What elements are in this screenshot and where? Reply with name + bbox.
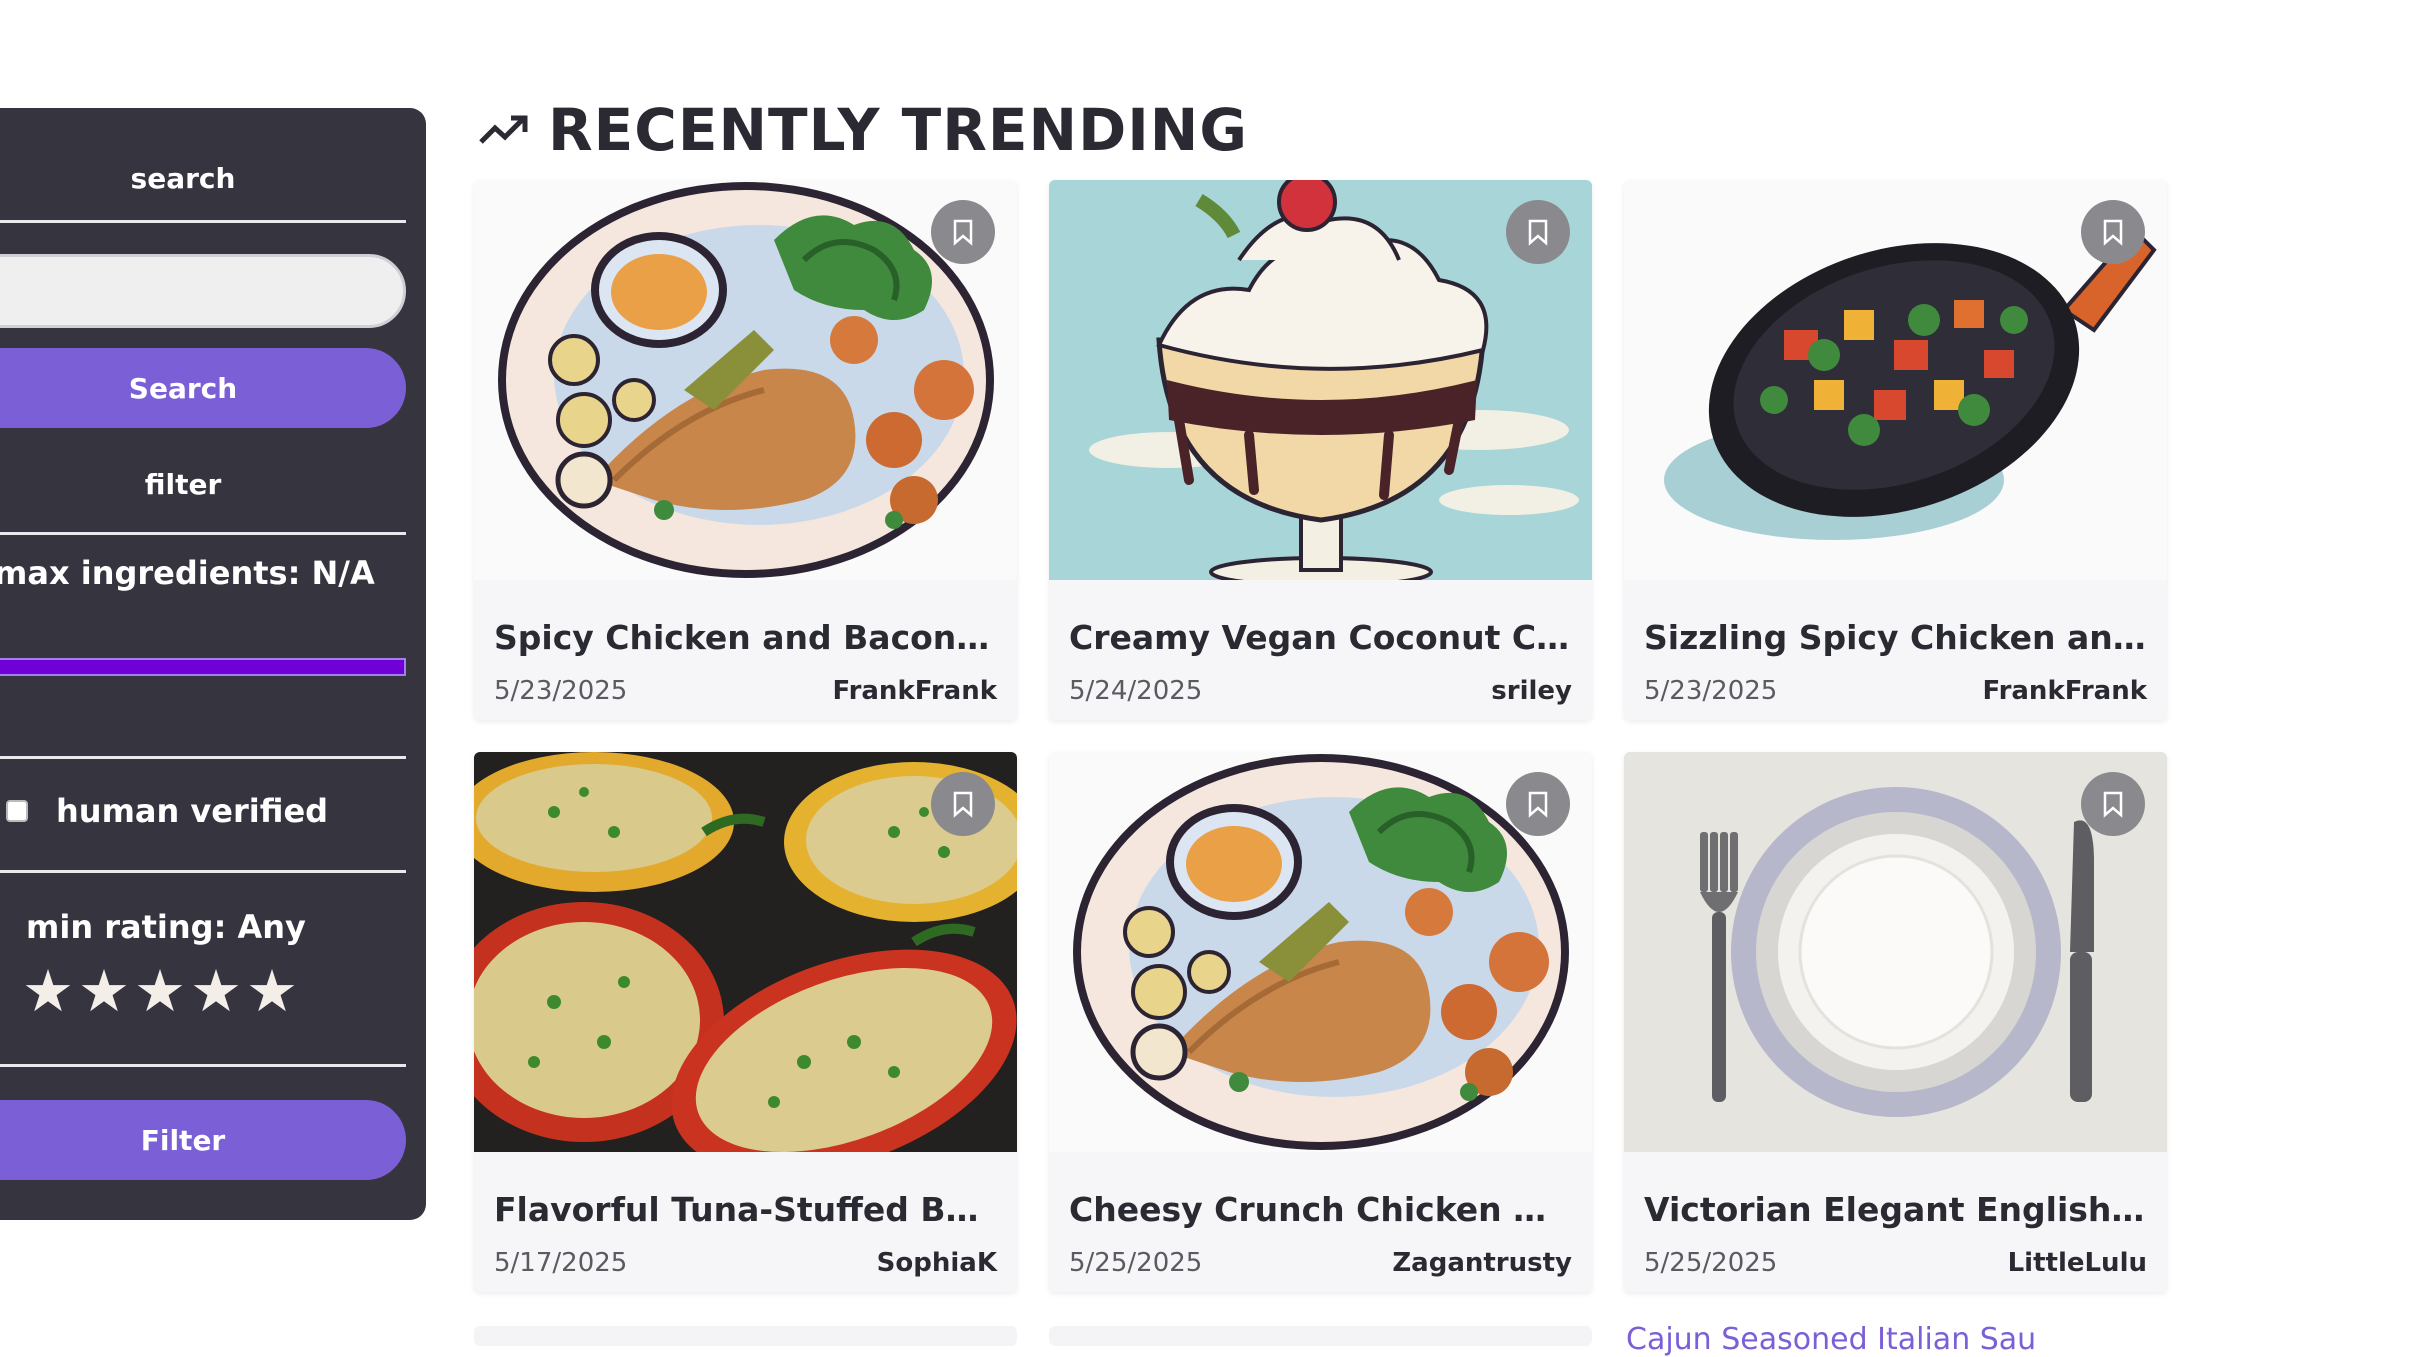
bookmark-button[interactable]	[2081, 200, 2145, 264]
min-rating-label: min rating: Any	[26, 908, 306, 946]
recipe-title[interactable]: Sizzling Spicy Chicken and Ba...	[1644, 618, 2149, 657]
max-ingredients-slider[interactable]	[0, 658, 406, 676]
bookmark-icon	[1528, 791, 1548, 818]
recipe-title[interactable]: Cheesy Crunch Chicken with ...	[1069, 1190, 1574, 1229]
recipe-author[interactable]: FrankFrank	[1982, 676, 2147, 706]
filter-heading: filter	[144, 468, 222, 501]
section-header: RECENTLY TRENDING	[478, 96, 1248, 164]
divider	[0, 220, 406, 223]
trending-up-icon	[479, 115, 528, 144]
recipe-date: 5/23/2025	[494, 676, 628, 706]
rating-stars[interactable]: ★ ★ ★ ★ ★	[22, 962, 298, 1020]
recipe-date: 5/25/2025	[1644, 1248, 1778, 1278]
recipe-title[interactable]: Victorian Elegant English She...	[1644, 1190, 2149, 1229]
bookmark-icon	[953, 791, 973, 818]
recipe-card-partial[interactable]	[474, 1326, 1017, 1346]
recipe-date: 5/24/2025	[1069, 676, 1203, 706]
bookmark-icon	[1528, 219, 1548, 246]
divider	[0, 756, 406, 759]
recipe-title[interactable]: Flavorful Tuna-Stuffed Bell Pe...	[494, 1190, 999, 1229]
filter-sidebar: search Search filter max ingredients: N/…	[0, 108, 426, 1220]
recipe-card[interactable]: Flavorful Tuna-Stuffed Bell Pe... 5/17/2…	[474, 752, 1017, 1292]
recipe-author[interactable]: Zagantrusty	[1392, 1248, 1572, 1278]
bookmark-icon	[2103, 791, 2123, 818]
divider	[0, 1064, 406, 1067]
recipe-card[interactable]: Spicy Chicken and Bacon Fusi... 5/23/202…	[474, 180, 1017, 720]
human-verified-checkbox[interactable]	[6, 800, 28, 822]
recipe-image-alt-link[interactable]: Cajun Seasoned Italian Sau	[1626, 1322, 2036, 1357]
recipe-title[interactable]: Spicy Chicken and Bacon Fusi...	[494, 618, 999, 657]
recipe-author[interactable]: SophiaK	[877, 1248, 997, 1278]
recipe-author[interactable]: FrankFrank	[832, 676, 997, 706]
divider	[0, 532, 406, 535]
star-icon[interactable]: ★	[190, 962, 242, 1020]
recipe-date: 5/25/2025	[1069, 1248, 1203, 1278]
recipe-author[interactable]: LittleLulu	[2008, 1248, 2147, 1278]
filter-button[interactable]: Filter	[0, 1100, 406, 1180]
star-icon[interactable]: ★	[22, 962, 74, 1020]
divider	[0, 870, 406, 873]
max-ingredients-label: max ingredients: N/A	[0, 554, 375, 592]
recipe-card[interactable]: Creamy Vegan Coconut Choc... 5/24/2025 s…	[1049, 180, 1592, 720]
recipe-card[interactable]: Sizzling Spicy Chicken and Ba... 5/23/20…	[1624, 180, 2167, 720]
bookmark-button[interactable]	[1506, 772, 1570, 836]
recipe-card[interactable]: Victorian Elegant English She... 5/25/20…	[1624, 752, 2167, 1292]
search-input[interactable]	[0, 254, 406, 328]
bookmark-button[interactable]	[1506, 200, 1570, 264]
bookmark-button[interactable]	[2081, 772, 2145, 836]
recipe-date: 5/23/2025	[1644, 676, 1778, 706]
bookmark-icon	[2103, 219, 2123, 246]
recipe-date: 5/17/2025	[494, 1248, 628, 1278]
search-heading: search	[130, 162, 236, 195]
recipe-card[interactable]: Cheesy Crunch Chicken with ... 5/25/2025…	[1049, 752, 1592, 1292]
bookmark-icon	[953, 219, 973, 246]
recipe-card-partial[interactable]	[1049, 1326, 1592, 1346]
star-icon[interactable]: ★	[78, 962, 130, 1020]
recipe-title[interactable]: Creamy Vegan Coconut Choc...	[1069, 618, 1574, 657]
star-icon[interactable]: ★	[134, 962, 186, 1020]
bookmark-button[interactable]	[931, 772, 995, 836]
human-verified-label: human verified	[56, 792, 329, 830]
recipe-author[interactable]: sriley	[1491, 676, 1572, 706]
star-icon[interactable]: ★	[246, 962, 298, 1020]
bookmark-button[interactable]	[931, 200, 995, 264]
search-button[interactable]: Search	[0, 348, 406, 428]
section-title: RECENTLY TRENDING	[548, 96, 1248, 164]
